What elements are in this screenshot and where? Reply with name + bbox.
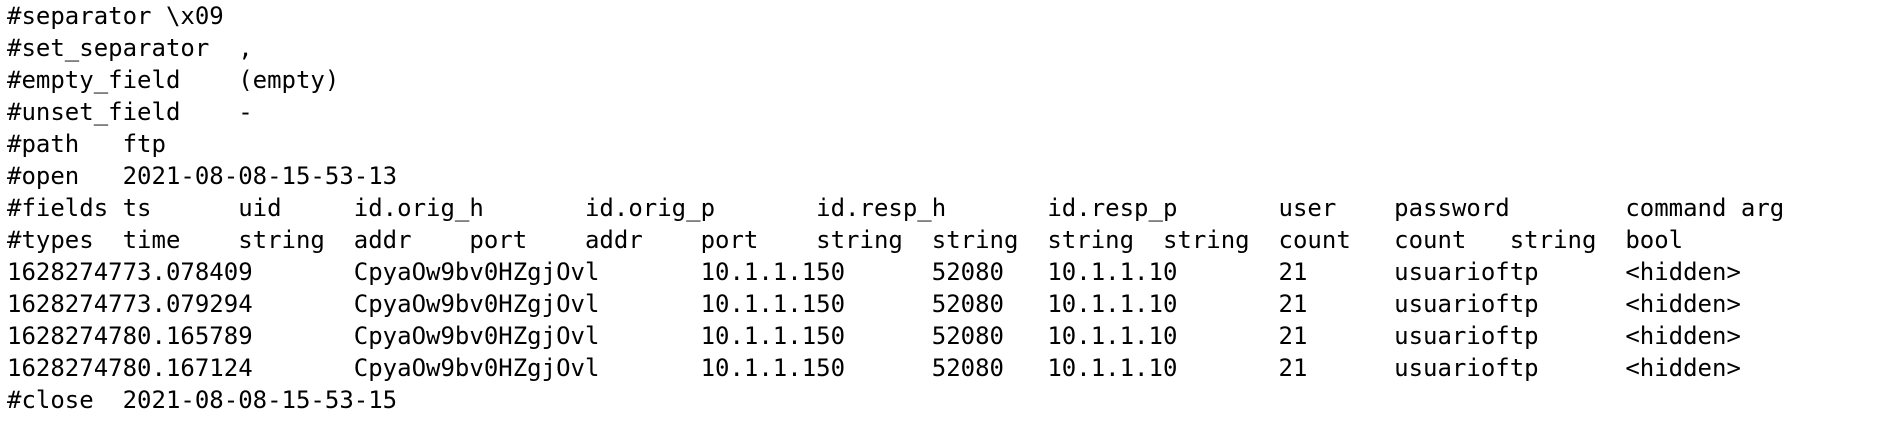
open-header-line: #open 2021-08-08-15-53-13 — [7, 162, 398, 190]
fields-header-line: #fields ts uid id.orig_h id.orig_p id.re… — [7, 194, 1785, 222]
set-separator-header-line: #set_separator , — [7, 34, 253, 62]
types-header-line: #types time string addr port addr port s… — [7, 226, 1684, 254]
close-footer-line: #close 2021-08-08-15-53-15 — [7, 386, 398, 414]
log-record-row: 1628274780.165789 CpyaOw9bv0HZgjOvl 10.1… — [7, 322, 1741, 350]
separator-header-line: #separator \x09 — [7, 2, 224, 30]
log-record-row: 1628274773.078409 CpyaOw9bv0HZgjOvl 10.1… — [7, 258, 1741, 286]
empty-field-header-line: #empty_field (empty) — [7, 66, 340, 94]
log-record-row: 1628274773.079294 CpyaOw9bv0HZgjOvl 10.1… — [7, 290, 1741, 318]
log-record-row: 1628274780.167124 CpyaOw9bv0HZgjOvl 10.1… — [7, 354, 1741, 382]
unset-field-header-line: #unset_field - — [7, 98, 253, 126]
path-header-line: #path ftp — [7, 130, 166, 158]
ftp-log-file: #separator \x09 #set_separator , #empty_fi… — [7, 0, 1784, 416]
